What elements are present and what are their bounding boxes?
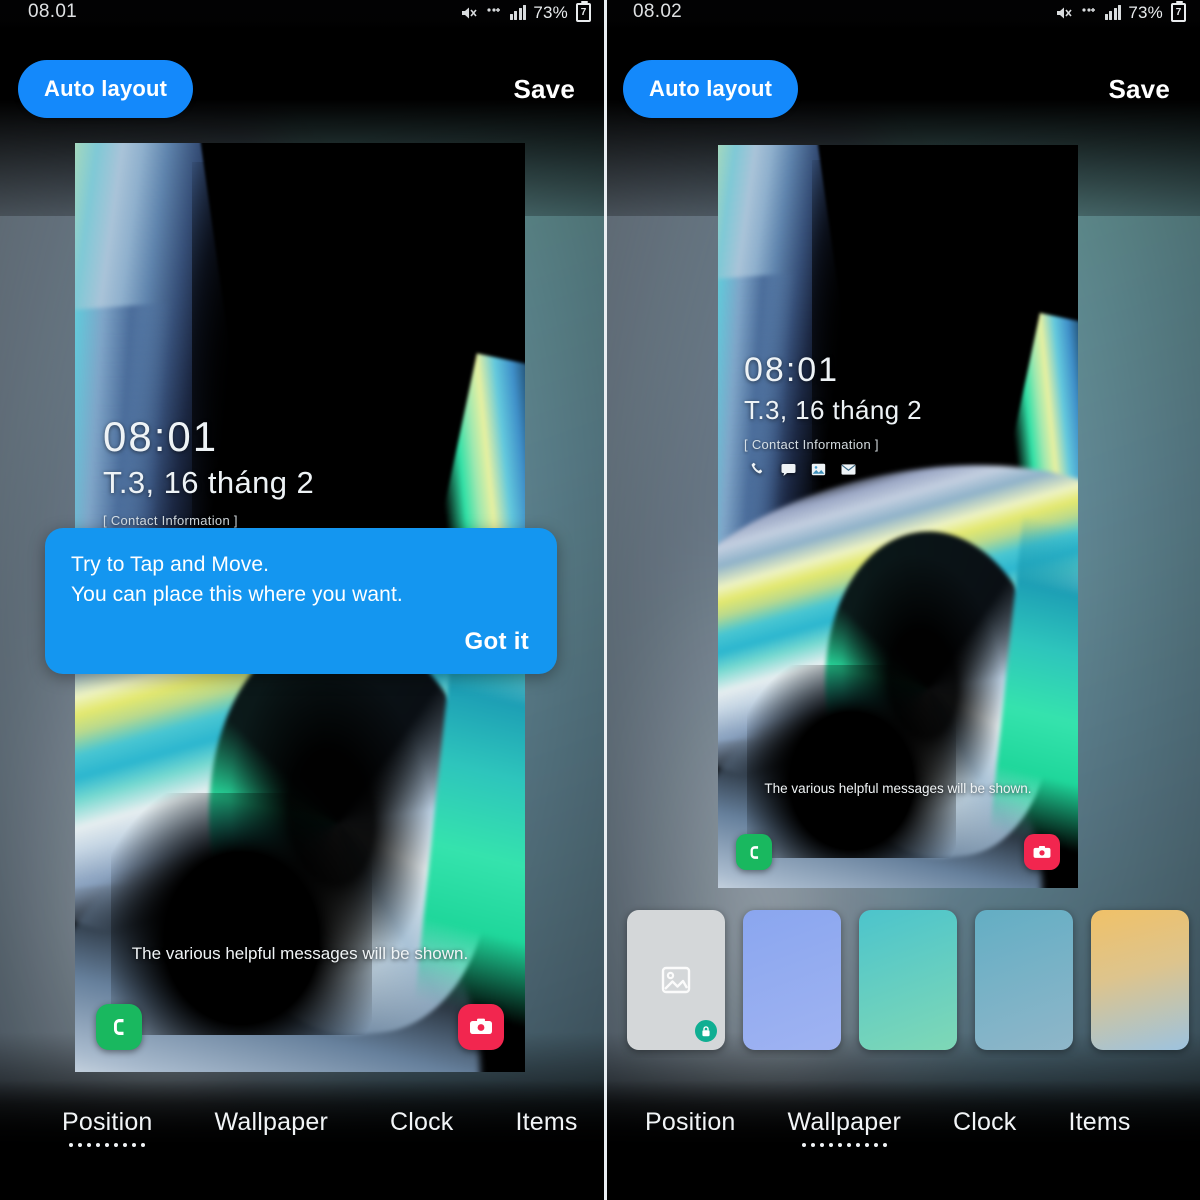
lockscreen-clock[interactable]: 08:01 T.3, 16 tháng 2 [ Contact Informat… [103,413,315,528]
network-icon [485,6,503,20]
active-tab-indicator [788,1143,901,1149]
gallery-icon[interactable] [810,461,827,483]
coachmark-tooltip: Try to Tap and Move. You can place this … [45,528,557,674]
panel-divider [604,0,607,1200]
tab-wallpaper[interactable]: Wallpaper [788,1106,901,1151]
signal-bars-icon [509,5,527,20]
tab-clock-label: Clock [389,1108,454,1136]
tab-clock-label: Clock [952,1108,1017,1136]
save-button[interactable]: Save [509,66,579,113]
status-bar-time: 08.02 [633,1,683,22]
image-placeholder-icon [661,966,691,994]
tab-position-label: Position [645,1108,736,1136]
lockscreen-preview[interactable]: 08:01 T.3, 16 tháng 2 [ Contact Informat… [718,145,1078,888]
wallpaper-thumbnail[interactable] [859,910,957,1050]
battery-icon: 7 [1171,1,1186,22]
mute-icon [460,5,478,21]
status-bar-time: 08.01 [28,1,78,22]
got-it-button[interactable]: Got it [463,626,531,658]
tab-position-label: Position [62,1108,153,1136]
tab-clock[interactable]: Clock [390,1106,454,1151]
tab-position[interactable]: Position [645,1106,736,1151]
lock-icon [693,1018,719,1044]
contact-information-text: [ Contact Information ] [744,436,879,452]
bottom-tab-bar: Position Wallpaper Clock Items [605,1080,1200,1200]
status-bar: 08.01 73% 7 [0,0,605,30]
auto-layout-button[interactable]: Auto layout [623,60,799,118]
wallpaper-thumbnail-strip[interactable] [605,902,1200,1058]
network-icon [1080,6,1098,20]
screenshot-comparison: 08.01 73% 7 Auto layout Save 08:01 T.3, … [0,0,1200,1200]
tab-items[interactable]: Items [515,1106,577,1151]
gallery-picker-thumbnail[interactable] [627,910,725,1050]
clock-time: 08:01 [744,351,840,389]
wallpaper-thumbnail[interactable] [975,910,1073,1050]
contact-information-text: [ Contact Information ] [103,512,238,528]
auto-layout-button[interactable]: Auto layout [18,60,194,118]
battery-icon: 7 [576,1,591,22]
tab-items[interactable]: Items [1068,1106,1130,1151]
status-bar: 08.02 73% 7 [605,0,1200,30]
top-action-bar: Auto layout Save [0,52,605,126]
lockscreen-clock[interactable]: 08:01 T.3, 16 tháng 2 [ Contact Informat… [744,351,923,483]
tooltip-line-2: You can place this where you want. [71,582,403,606]
tab-clock[interactable]: Clock [953,1106,1017,1151]
email-icon[interactable] [840,461,857,483]
tab-wallpaper-label: Wallpaper [787,1108,901,1136]
phone-shortcut-icon[interactable] [96,1004,142,1050]
message-icon[interactable] [780,461,797,483]
battery-percent: 73% [533,2,568,22]
clock-date: T.3, 16 tháng 2 [103,465,315,501]
tab-items-label: Items [1068,1108,1131,1136]
wallpaper-thumbnail[interactable] [1091,910,1189,1050]
tab-wallpaper-label: Wallpaper [214,1108,328,1136]
top-action-bar: Auto layout Save [605,52,1200,126]
phone-icon[interactable] [750,461,767,483]
camera-shortcut-icon[interactable] [458,1004,504,1050]
panel-wallpaper-tab: 08.02 73% 7 Auto layout Save 08:01 T.3, … [605,0,1200,1200]
tab-wallpaper[interactable]: Wallpaper [215,1106,328,1151]
helper-message-text: The various helpful messages will be sho… [131,944,469,963]
wallpaper-thumbnail[interactable] [743,910,841,1050]
clock-time: 08:01 [103,413,219,460]
mute-icon [1055,5,1073,21]
contact-shortcut-row [744,461,922,483]
clock-date: T.3, 16 tháng 2 [744,394,923,425]
tooltip-line-1: Try to Tap and Move. [71,553,270,576]
panel-position-tab: 08.01 73% 7 Auto layout Save 08:01 T.3, … [0,0,605,1200]
phone-shortcut-icon[interactable] [736,834,772,870]
signal-bars-icon [1104,5,1122,20]
camera-shortcut-icon[interactable] [1024,834,1060,870]
tab-items-label: Items [515,1108,578,1136]
battery-percent: 73% [1128,2,1163,22]
bottom-tab-bar: Position Wallpaper Clock Items [0,1080,605,1200]
save-button[interactable]: Save [1104,66,1174,113]
helper-message-text: The various helpful messages will be sho… [764,781,1032,796]
lockscreen-overlay: 08:01 T.3, 16 tháng 2 [ Contact Informat… [718,145,1078,888]
active-tab-indicator [62,1143,153,1149]
tab-position[interactable]: Position [62,1106,153,1151]
